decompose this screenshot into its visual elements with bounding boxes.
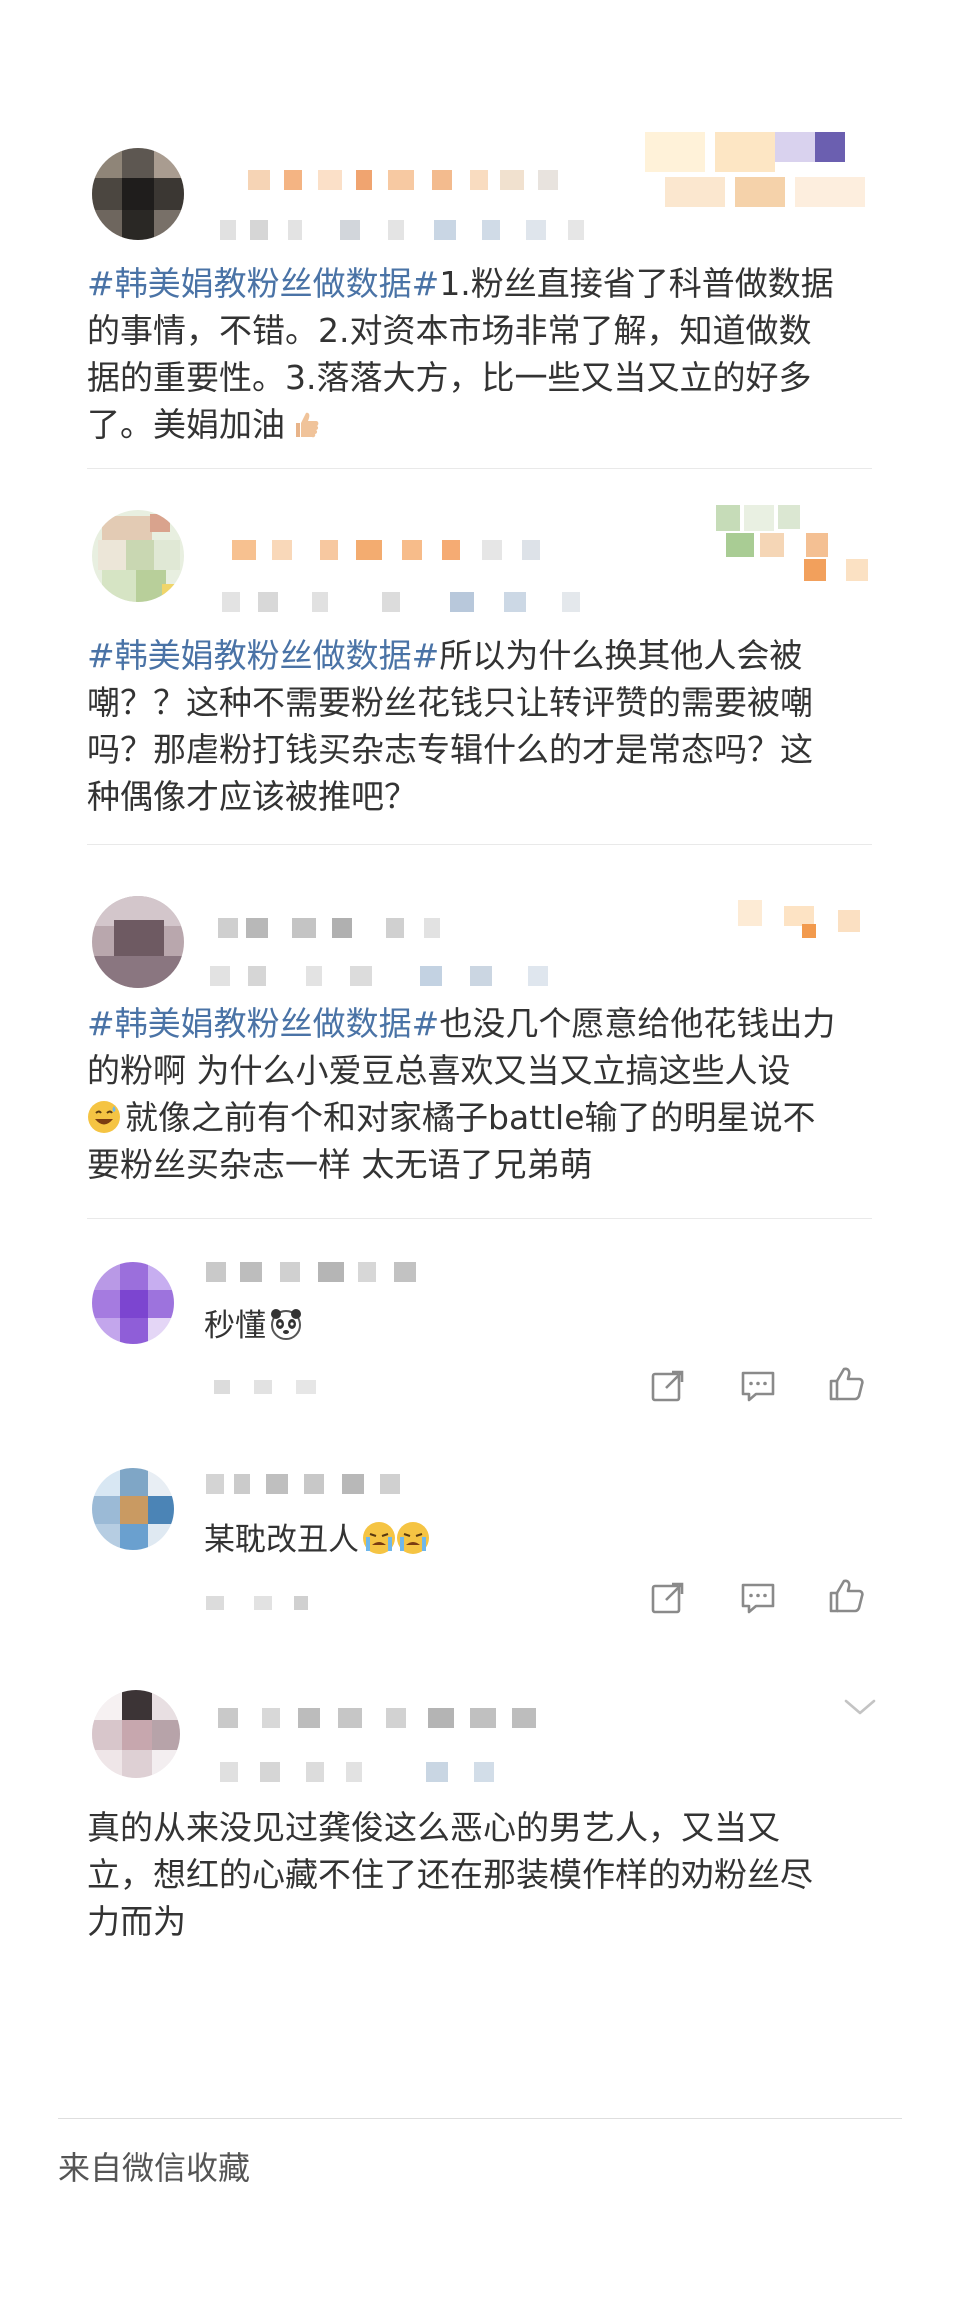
badge-blur: [716, 505, 881, 585]
avatar[interactable]: [92, 1690, 180, 1778]
share-icon[interactable]: [648, 1366, 688, 1406]
like-icon[interactable]: [826, 1576, 866, 1616]
username-blur: [206, 1474, 426, 1494]
timestamp-blur: [206, 1596, 326, 1610]
like-icon[interactable]: [826, 1364, 866, 1404]
avatar[interactable]: [92, 896, 184, 988]
timestamp-blur: [214, 1380, 334, 1394]
comment-icon[interactable]: [738, 1578, 778, 1618]
avatar[interactable]: [92, 510, 184, 602]
username-blur: [232, 540, 552, 560]
reply-text: 某耽改丑人: [204, 1520, 430, 1560]
divider: [58, 2118, 902, 2119]
divider: [87, 1218, 872, 1219]
post-text: 真的从来没见过龚俊这么恶心的男艺人，又当又 立，想红的心藏不住了还在那装模作样的…: [87, 1808, 813, 1941]
reply-text: 秒懂: [204, 1306, 303, 1346]
badge-blur: [645, 132, 885, 222]
timestamp-blur: [210, 966, 600, 986]
username-blur: [206, 1262, 426, 1282]
badge-blur: [738, 900, 878, 960]
share-icon[interactable]: [648, 1578, 688, 1618]
hashtag-link[interactable]: #韩美娟教粉丝做数据#: [87, 1004, 439, 1043]
divider: [87, 468, 872, 469]
crying-emoji: [396, 1521, 430, 1555]
username-blur: [218, 918, 468, 938]
post-text: #韩美娟教粉丝做数据#所以为什么换其他人会被 嘲？？这种不需要粉丝花钱只让转评赞…: [87, 636, 813, 816]
timestamp-blur: [220, 220, 600, 240]
avatar[interactable]: [92, 1262, 174, 1344]
avatar[interactable]: [92, 148, 184, 240]
avatar[interactable]: [92, 1468, 174, 1550]
panda-emoji: [269, 1307, 303, 1341]
grinning-sweat-emoji: [87, 1099, 121, 1133]
divider: [87, 844, 872, 845]
timestamp-blur: [222, 592, 612, 612]
hashtag-link[interactable]: #韩美娟教粉丝做数据#: [87, 264, 439, 303]
thumbs-up-emoji: [288, 406, 322, 440]
post-text: #韩美娟教粉丝做数据#1.粉丝直接省了科普做数据 的事情，不错。2.对资本市场非…: [87, 264, 834, 444]
timestamp-blur: [220, 1762, 520, 1782]
comment-icon[interactable]: [738, 1366, 778, 1406]
chevron-down-icon[interactable]: [840, 1695, 880, 1719]
username-blur: [218, 1708, 548, 1728]
source-label: 来自微信收藏: [58, 2149, 251, 2187]
crying-emoji: [362, 1521, 396, 1555]
hashtag-link[interactable]: #韩美娟教粉丝做数据#: [87, 636, 439, 675]
username-blur: [248, 170, 588, 190]
post-text: #韩美娟教粉丝做数据#也没几个愿意给他花钱出力 的粉啊 为什么小爱豆总喜欢又当又…: [87, 1004, 836, 1184]
